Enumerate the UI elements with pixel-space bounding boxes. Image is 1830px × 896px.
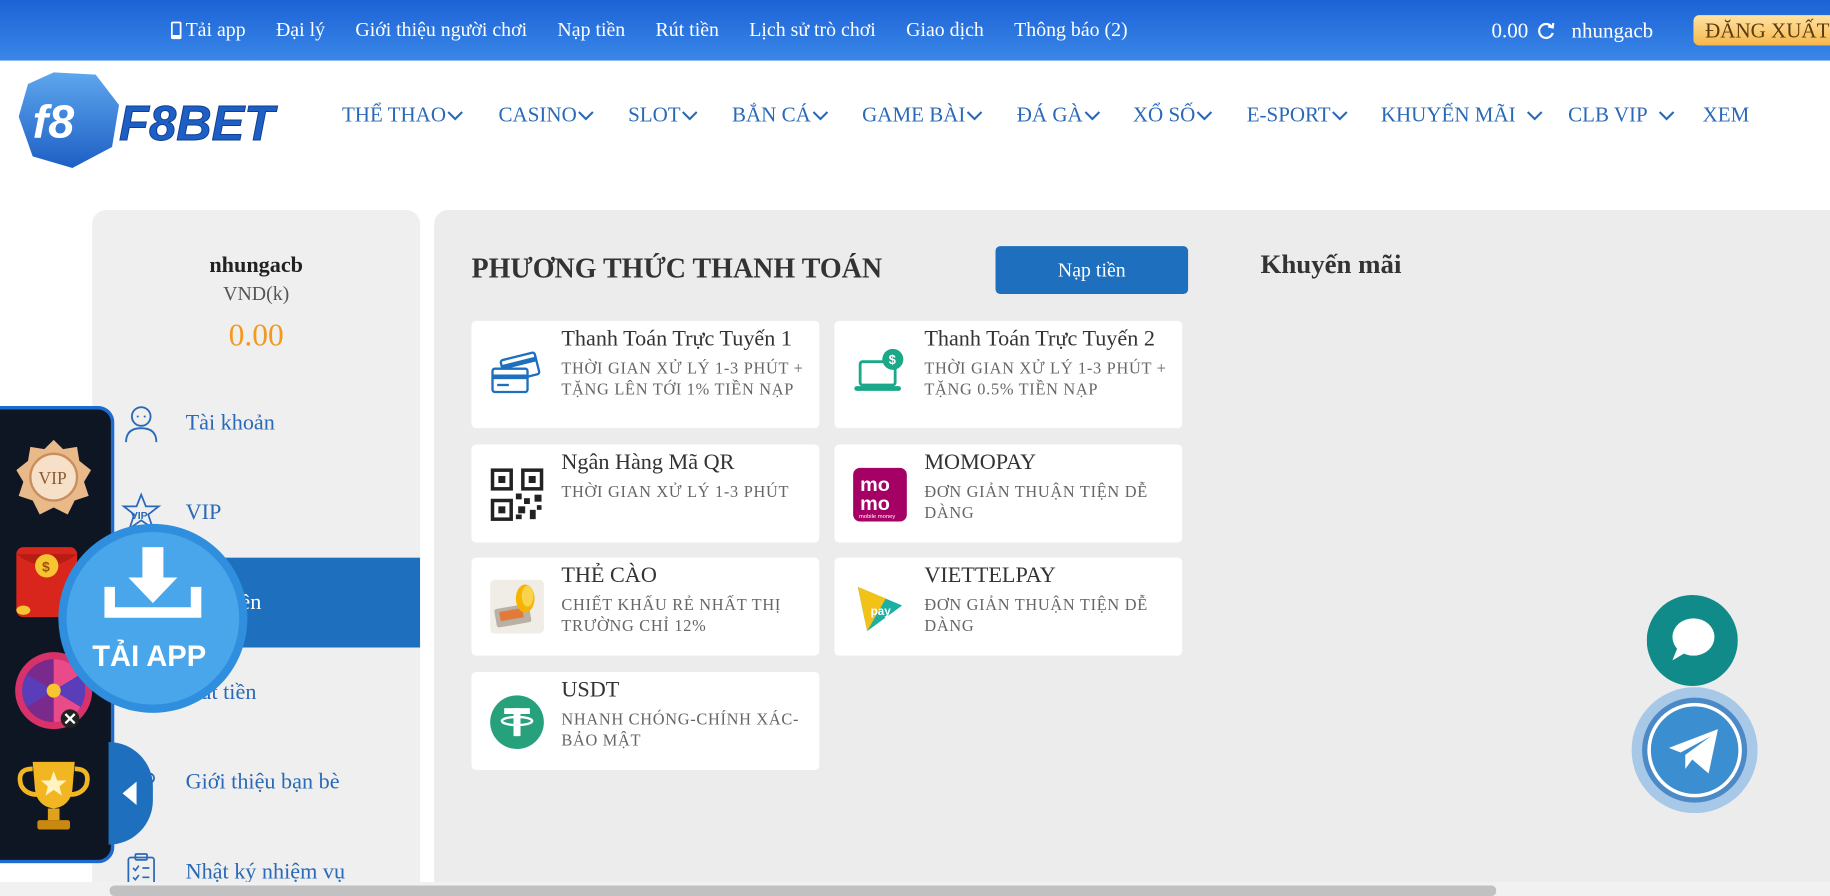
payment-method-card[interactable]: Thanh Toán Trực Tuyến 1 THỜI GIAN XỬ LÝ … bbox=[471, 320, 820, 429]
payment-method-title: MOMOPAY bbox=[924, 450, 1037, 475]
topbar-username[interactable]: nhungacb bbox=[1571, 18, 1653, 43]
telegram-button[interactable] bbox=[1631, 687, 1758, 814]
svg-text:VIP: VIP bbox=[131, 510, 148, 522]
chevron-down-icon bbox=[447, 110, 464, 120]
svg-text:$: $ bbox=[42, 559, 50, 575]
payment-method-card[interactable]: USDT NHANH CHÓNG-CHÍNH XÁC-BẢO MẬT bbox=[471, 672, 820, 771]
scrollbar-thumb[interactable] bbox=[109, 885, 1497, 896]
deposit-button[interactable]: Nạp tiền bbox=[995, 246, 1189, 295]
top-link-lich-su[interactable]: Lịch sử trò chơi bbox=[749, 19, 875, 42]
svg-text:VIP: VIP bbox=[39, 468, 67, 488]
page: Tải app Đại lý Giới thiệu người chơi Nạp… bbox=[0, 0, 1830, 896]
payment-method-card[interactable]: Ngân Hàng Mã QR THỜI GIAN XỬ LÝ 1-3 PHÚT bbox=[471, 444, 820, 543]
tether-icon bbox=[490, 695, 544, 750]
nav-khuyen-mai[interactable]: KHUYẾN MÃI bbox=[1381, 103, 1543, 128]
account-area: 0.00 nhungacb bbox=[1492, 0, 1654, 61]
top-links: Tải app Đại lý Giới thiệu người chơi Nạp… bbox=[170, 0, 1158, 61]
topbar-balance: 0.00 bbox=[1491, 18, 1529, 42]
chevron-down-icon bbox=[578, 110, 594, 120]
sidebar-username: nhungacb bbox=[209, 253, 304, 278]
main-nav: THỂ THAO CASINO SLOT BẮN CÁ GAME BÀI ĐÁ … bbox=[342, 103, 1749, 128]
payment-method-title: Thanh Toán Trực Tuyến 2 bbox=[924, 326, 1155, 352]
nav-xo-so[interactable]: XỔ SỐ bbox=[1133, 103, 1213, 128]
sidebar-item-tai-khoan[interactable]: Tài khoản bbox=[92, 378, 420, 468]
phone-icon bbox=[170, 21, 182, 40]
payment-method-title: VIETTELPAY bbox=[924, 563, 1056, 589]
payment-method-card[interactable]: mo mo mobile money MOMOPAY ĐƠN GIẢN THUẬN … bbox=[834, 444, 1183, 543]
trophy-icon[interactable] bbox=[12, 755, 96, 839]
nav-casino[interactable]: CASINO bbox=[499, 103, 595, 128]
f8bet-logo[interactable]: f8 F8BET bbox=[18, 70, 311, 170]
chevron-down-icon bbox=[1526, 110, 1543, 120]
nav-da-ga[interactable]: ĐÁ GÀ bbox=[1017, 103, 1100, 128]
sidebar-balance: 0.00 bbox=[228, 317, 284, 353]
nav-game-bai[interactable]: GAME BÀI bbox=[862, 103, 983, 128]
payment-method-desc: ĐƠN GIẢN THUẬN TIỆN DỄ DÀNG bbox=[924, 484, 1148, 523]
laptop-dollar-icon: $ bbox=[854, 348, 904, 391]
sidebar-currency: VND(k) bbox=[223, 282, 290, 305]
qr-code-icon bbox=[490, 468, 544, 521]
logout-button[interactable]: ĐĂNG XUẤT bbox=[1693, 15, 1830, 46]
top-link-dai-ly[interactable]: Đại lý bbox=[276, 19, 325, 42]
top-link-nap-tien[interactable]: Nạp tiền bbox=[557, 19, 625, 42]
download-app-button[interactable]: TẢI APP bbox=[56, 522, 250, 716]
payment-panel: PHƯƠNG THỨC THANH TOÁN Nạp tiền Khuyến m… bbox=[434, 210, 1830, 883]
svg-text:mo: mo bbox=[860, 493, 890, 515]
payment-method-title: USDT bbox=[561, 677, 620, 703]
user-icon bbox=[125, 405, 158, 442]
payment-method-title: Thanh Toán Trực Tuyến 1 bbox=[561, 326, 792, 352]
payment-method-card[interactable]: pay VIETTELPAY ĐƠN GIẢN THUẬN TIỆN DỄ DÀ… bbox=[834, 557, 1183, 656]
promotions-title: Khuyến mãi bbox=[1260, 249, 1402, 279]
payment-method-title: THẺ CÀO bbox=[561, 563, 657, 589]
svg-text:mobile money: mobile money bbox=[859, 514, 895, 520]
download-app-label: TẢI APP bbox=[92, 639, 206, 673]
payment-method-desc: NHANH CHÓNG-CHÍNH XÁC-BẢO MẬT bbox=[561, 711, 800, 751]
nav-esport[interactable]: E-SPORT bbox=[1247, 103, 1348, 128]
payment-method-desc: CHIẾT KHẤU RẺ NHẤT THỊ TRƯỜNG CHỈ 12% bbox=[561, 597, 782, 636]
chevron-down-icon bbox=[966, 110, 983, 120]
vip-medal-icon[interactable]: VIP bbox=[12, 438, 96, 522]
refresh-icon[interactable] bbox=[1535, 20, 1555, 40]
credit-card-icon bbox=[491, 351, 541, 394]
sidebar-item-label: Tài khoản bbox=[185, 410, 275, 435]
live-chat-button[interactable] bbox=[1646, 595, 1738, 687]
svg-text:pay: pay bbox=[871, 605, 892, 618]
viettelpay-icon: pay bbox=[857, 586, 903, 632]
momo-icon: momomobile money bbox=[853, 467, 907, 522]
chevron-down-icon bbox=[812, 110, 828, 120]
svg-text:$: $ bbox=[889, 352, 896, 367]
chevron-down-icon bbox=[1332, 110, 1348, 120]
payment-method-card[interactable]: THẺ CÀO CHIẾT KHẤU RẺ NHẤT THỊ TRƯỜNG CH… bbox=[471, 557, 820, 656]
main-header: f8 F8BET THỂ THAO CASINO SLOT BẮN CÁ GAM… bbox=[0, 60, 1830, 178]
payment-method-desc: ĐƠN GIẢN THUẬN TIỆN DỄ DÀNG bbox=[924, 597, 1148, 636]
chevron-down-icon bbox=[682, 110, 698, 120]
sidebar-item-label: Giới thiệu bạn bè bbox=[185, 769, 340, 794]
nav-the-thao[interactable]: THỂ THAO bbox=[342, 103, 464, 128]
chevron-left-icon bbox=[122, 781, 137, 806]
payment-method-title: Ngân Hàng Mã QR bbox=[561, 450, 735, 475]
nav-ban-ca[interactable]: BẮN CÁ bbox=[732, 103, 828, 128]
payment-method-desc: THỜI GIAN XỬ LÝ 1-3 PHÚT bbox=[561, 484, 790, 502]
collapse-panel-tab[interactable] bbox=[108, 742, 153, 845]
chevron-down-icon bbox=[1084, 110, 1100, 120]
top-bar: Tải app Đại lý Giới thiệu người chơi Nạp… bbox=[0, 0, 1830, 61]
payment-methods-title: PHƯƠNG THỨC THANH TOÁN bbox=[471, 254, 883, 285]
top-link-rut-tien[interactable]: Rút tiền bbox=[656, 19, 719, 42]
scratch-card-icon bbox=[490, 579, 544, 634]
nav-clb-vip[interactable]: CLB VIP bbox=[1568, 103, 1675, 128]
top-link-thong-bao[interactable]: Thông báo (2) bbox=[1014, 19, 1128, 42]
payment-method-desc: THỜI GIAN XỬ LÝ 1-3 PHÚT + TẶNG LÊN TỚI … bbox=[561, 360, 804, 400]
payment-method-desc: THỜI GIAN XỬ LÝ 1-3 PHÚT + TẶNG 0.5% TIỀ… bbox=[924, 360, 1167, 400]
nav-xem[interactable]: XEM bbox=[1703, 103, 1750, 128]
top-link-gioi-thieu[interactable]: Giới thiệu người chơi bbox=[355, 19, 527, 42]
top-link-giao-dich[interactable]: Giao dịch bbox=[906, 19, 984, 42]
chevron-down-icon bbox=[1658, 110, 1675, 120]
logo-text: F8BET bbox=[119, 97, 278, 151]
nav-slot[interactable]: SLOT bbox=[628, 103, 698, 128]
top-link-tai-app[interactable]: Tải app bbox=[170, 19, 246, 42]
svg-text:f8: f8 bbox=[33, 96, 75, 148]
payment-method-card[interactable]: $ Thanh Toán Trực Tuyến 2 THỜI GIAN XỬ L… bbox=[834, 320, 1183, 429]
chevron-down-icon bbox=[1196, 110, 1213, 120]
